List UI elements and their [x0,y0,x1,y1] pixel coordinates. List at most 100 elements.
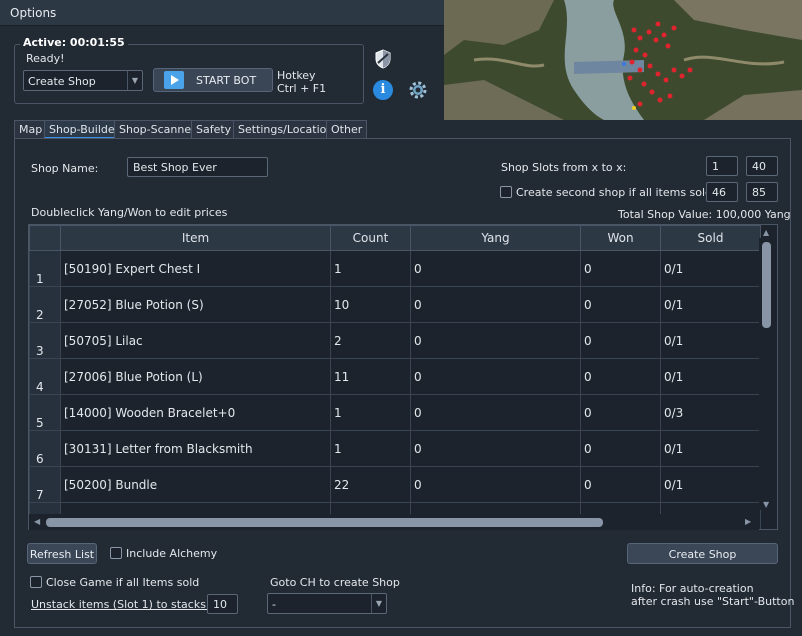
second-shop-checkbox[interactable] [500,186,512,198]
cell-count: 1 [330,430,411,467]
edit-prices-hint: Doubleclick Yang/Won to edit prices [31,206,228,219]
cell-row-number: 6 [29,430,61,467]
gear-icon[interactable] [408,80,428,100]
chevron-down-icon: ▼ [371,594,386,613]
scroll-left-icon[interactable]: ◀ [34,517,40,526]
cell-won[interactable]: 0 [580,394,661,431]
tab-map[interactable]: Map [14,120,48,138]
cell-row-number: 2 [29,286,61,323]
include-alchemy-label: Include Alchemy [126,547,218,560]
cell-item: [27006] Blue Potion (L) [60,358,331,395]
items-table[interactable]: Item Count Yang Won Sold 1 [50190] Expert… [28,224,778,530]
table-row[interactable]: 7 [50200] Bundle 22 0 0 0/1 [29,466,761,503]
cell-won[interactable]: 0 [580,250,661,287]
status-text: Ready! [26,52,65,65]
cell-sold: 0/1 [660,358,761,395]
second-to-input[interactable]: 85 [746,182,778,202]
cell-sold: 0/1 [660,250,761,287]
tab-safety[interactable]: Safety [191,120,237,138]
cell-item: [30131] Letter from Blacksmith [60,430,331,467]
cell-row-number: 7 [29,466,61,503]
cell-yang[interactable]: 0 [410,322,581,359]
cell-count: 11 [330,358,411,395]
second-from-input[interactable]: 46 [706,182,738,202]
tab-settings-location[interactable]: Settings/Location [233,120,339,138]
cell-count: 1 [330,250,411,287]
cell-row-number: 5 [29,394,61,431]
scroll-right-icon[interactable]: ▶ [745,517,751,526]
shield-icon[interactable] [374,49,392,69]
chevron-down-icon: ▼ [127,71,142,90]
table-row[interactable]: 4 [27006] Blue Potion (L) 11 0 0 0/1 [29,358,761,395]
cell-count: 1 [330,394,411,431]
scroll-up-icon[interactable]: ▲ [763,228,769,237]
goto-ch-label: Goto CH to create Shop [270,576,400,589]
hotkey-label: Hotkey [277,69,316,82]
cell-yang[interactable]: 0 [410,394,581,431]
hotkey-value: Ctrl + F1 [277,82,327,95]
cell-yang[interactable]: 0 [410,430,581,467]
tab-shop-builder[interactable]: Shop-Builder [44,120,125,139]
play-icon [164,71,184,89]
info-icon[interactable]: i [373,80,393,100]
vertical-scroll-thumb[interactable] [762,242,771,328]
cell-count: 10 [330,286,411,323]
start-bot-label: START BOT [196,74,257,87]
cell-sold: 0/3 [660,394,761,431]
info-line-2: after crash use "Start"-Button [631,595,795,608]
minimap[interactable] [444,0,802,120]
shop-name-label: Shop Name: [31,162,99,175]
cell-yang[interactable]: 0 [410,286,581,323]
scroll-down-icon[interactable]: ▼ [763,500,769,509]
cell-yang[interactable]: 0 [410,250,581,287]
window-title: Options [10,6,57,20]
goto-ch-select[interactable]: - ▼ [267,593,387,614]
cell-won[interactable]: 0 [580,322,661,359]
cell-yang[interactable]: 0 [410,358,581,395]
column-header-item[interactable]: Item [60,225,331,251]
create-shop-button[interactable]: Create Shop [627,543,778,564]
column-header-yang[interactable]: Yang [410,225,581,251]
table-row[interactable]: 5 [14000] Wooden Bracelet+0 1 0 0 0/3 [29,394,761,431]
tab-other[interactable]: Other [326,120,368,138]
slot-to-input[interactable]: 40 [746,156,778,176]
cell-sold: 0/1 [660,286,761,323]
column-header-count[interactable]: Count [330,225,411,251]
include-alchemy-checkbox[interactable] [110,547,122,559]
cell-row-number: 1 [29,250,61,287]
table-row[interactable]: 3 [50705] Lilac 2 0 0 0/1 [29,322,761,359]
shop-name-input[interactable]: Best Shop Ever [127,157,268,177]
cell-won[interactable]: 0 [580,466,661,503]
info-line-1: Info: For auto-creation [631,582,754,595]
active-timer: Active: 00:01:55 [20,36,128,49]
unstack-items-link[interactable]: Unstack items (Slot 1) to stacks of [31,598,220,611]
total-shop-value: Total Shop Value: 100,000 Yang [618,208,791,221]
column-header-won[interactable]: Won [580,225,661,251]
cell-count: 22 [330,466,411,503]
slot-from-input[interactable]: 1 [706,156,738,176]
table-row[interactable]: 1 [50190] Expert Chest I 1 0 0 0/1 [29,250,761,287]
tab-shop-scanner[interactable]: Shop-Scanner [114,120,201,138]
horizontal-scroll-thumb[interactable] [46,518,603,527]
start-bot-button[interactable]: START BOT [153,68,273,92]
table-corner [29,225,61,251]
cell-won[interactable]: 0 [580,286,661,323]
cell-won[interactable]: 0 [580,430,661,467]
unstack-size-input[interactable]: 10 [207,594,238,614]
cell-item: [50190] Expert Chest I [60,250,331,287]
cell-item: [50200] Bundle [60,466,331,503]
refresh-list-button[interactable]: Refresh List [27,543,97,564]
column-header-sold[interactable]: Sold [660,225,761,251]
cell-item: [50705] Lilac [60,322,331,359]
table-row[interactable]: 2 [27052] Blue Potion (S) 10 0 0 0/1 [29,286,761,323]
cell-row-number: 4 [29,358,61,395]
cell-count: 2 [330,322,411,359]
cell-item: [27052] Blue Potion (S) [60,286,331,323]
cell-yang[interactable]: 0 [410,466,581,503]
mode-select[interactable]: Create Shop ▼ [23,70,143,91]
goto-ch-value: - [272,598,276,611]
close-game-checkbox[interactable] [30,576,42,588]
table-row[interactable]: 6 [30131] Letter from Blacksmith 1 0 0 0/1 [29,430,761,467]
cell-won[interactable]: 0 [580,358,661,395]
cell-sold: 0/1 [660,466,761,503]
